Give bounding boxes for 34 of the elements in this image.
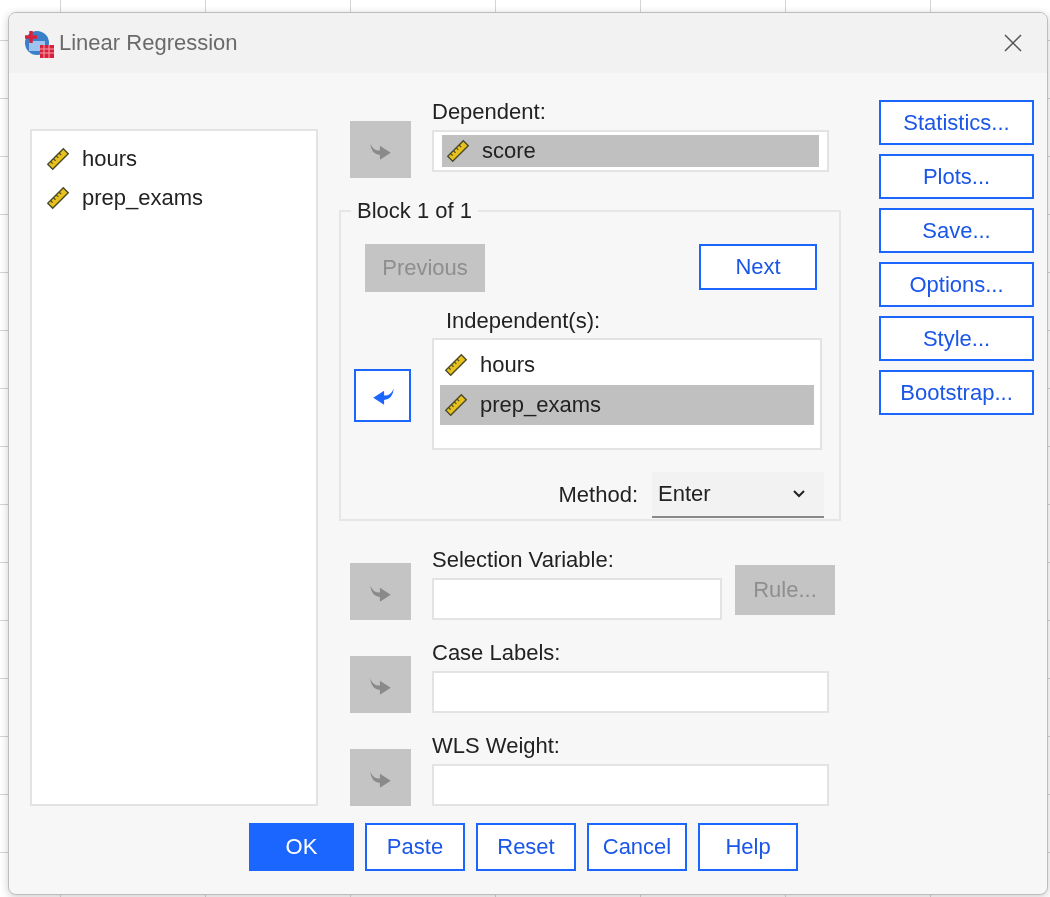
dialog-button[interactable]: Style... bbox=[879, 316, 1034, 361]
selection-variable-label: Selection Variable: bbox=[432, 546, 615, 574]
independents-label: Independent(s): bbox=[446, 307, 602, 335]
window-title: Linear Regression bbox=[59, 30, 239, 56]
dialog-button[interactable]: Cancel bbox=[587, 823, 687, 871]
wls-weight-label: WLS Weight: bbox=[432, 732, 561, 760]
dialog-button[interactable]: Save... bbox=[879, 208, 1034, 253]
variable-item[interactable]: hours bbox=[440, 345, 814, 385]
method-dropdown[interactable]: Enter bbox=[652, 472, 824, 518]
variable-item[interactable]: prep_exams bbox=[42, 178, 306, 217]
dialog-button[interactable]: Paste bbox=[365, 823, 465, 871]
move-arrow-button[interactable] bbox=[354, 368, 411, 422]
dialog-button[interactable]: Help bbox=[698, 823, 798, 871]
dialog-button[interactable]: Statistics... bbox=[879, 100, 1034, 145]
variable-item[interactable]: score bbox=[442, 135, 819, 167]
dialog-button[interactable]: Bootstrap... bbox=[879, 370, 1034, 415]
method-label: Method: bbox=[558, 481, 638, 509]
dependent-field[interactable]: score bbox=[432, 130, 829, 172]
dialog-button[interactable]: Reset bbox=[476, 823, 576, 871]
dialog-button[interactable]: Options... bbox=[879, 262, 1034, 307]
variable-item[interactable]: hours bbox=[42, 139, 306, 178]
chevron-down-icon bbox=[792, 489, 806, 499]
case-labels-field[interactable] bbox=[432, 671, 829, 713]
dependent-label: Dependent: bbox=[432, 98, 547, 126]
independents-list[interactable]: hours prep_exams bbox=[432, 338, 822, 450]
case-labels-label: Case Labels: bbox=[432, 639, 562, 667]
close-icon[interactable] bbox=[1003, 33, 1023, 53]
dialog-button[interactable]: OK bbox=[249, 823, 354, 871]
next-button[interactable]: Next bbox=[699, 244, 817, 290]
variable-item[interactable]: prep_exams bbox=[440, 385, 814, 425]
variable-list[interactable]: hours prep_exams bbox=[30, 129, 318, 806]
selection-variable-field[interactable] bbox=[432, 578, 722, 620]
dialog-button[interactable]: Plots... bbox=[879, 154, 1034, 199]
wls-weight-field[interactable] bbox=[432, 764, 829, 806]
